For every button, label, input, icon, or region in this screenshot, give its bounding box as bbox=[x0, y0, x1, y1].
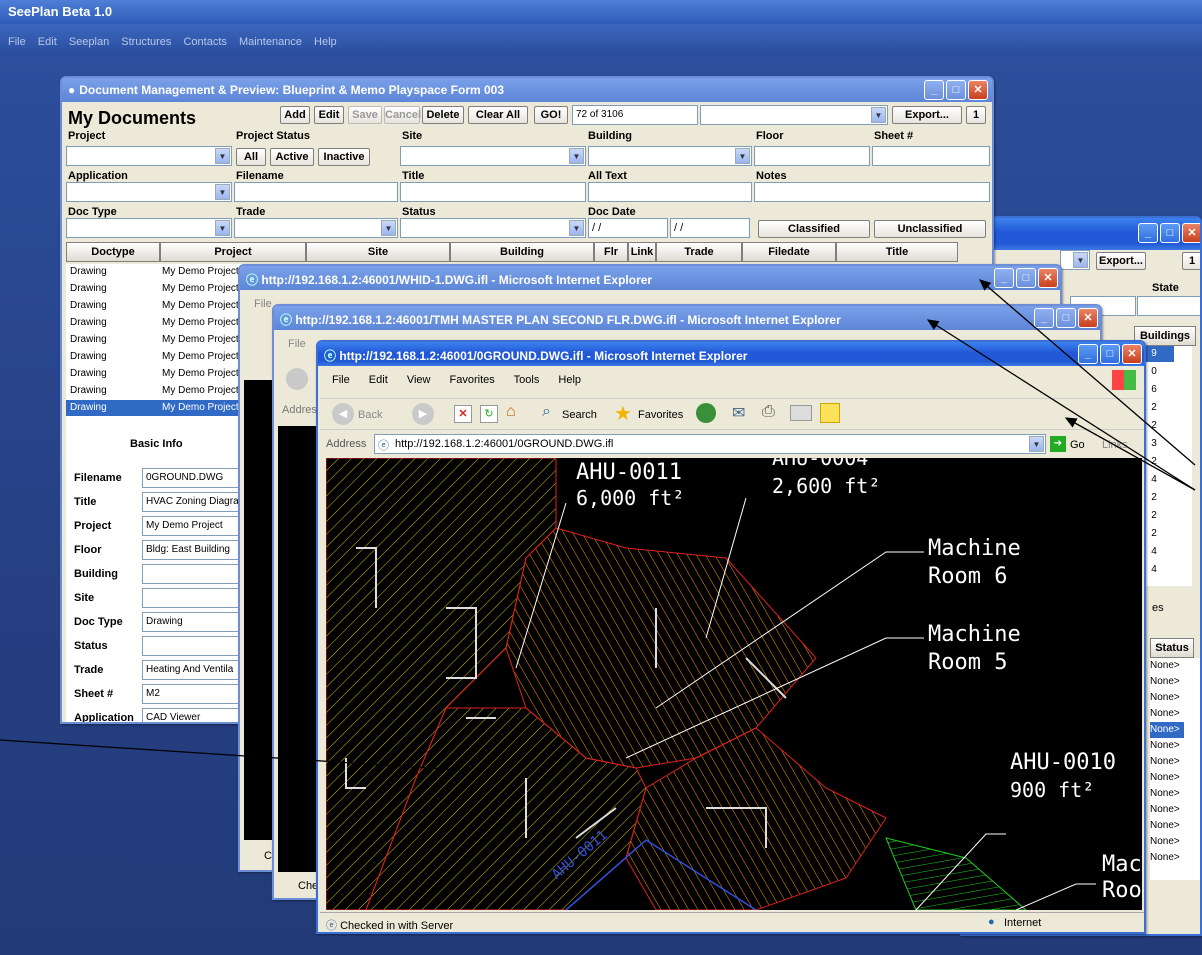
annotation-arrow-tmh bbox=[926, 319, 1196, 491]
annotation-arrow-sheet bbox=[0, 739, 461, 771]
annotation-arrow-ground bbox=[1064, 417, 1196, 491]
annotation-arrows bbox=[0, 279, 1196, 771]
annotation-arrow-whid bbox=[979, 279, 1196, 466]
